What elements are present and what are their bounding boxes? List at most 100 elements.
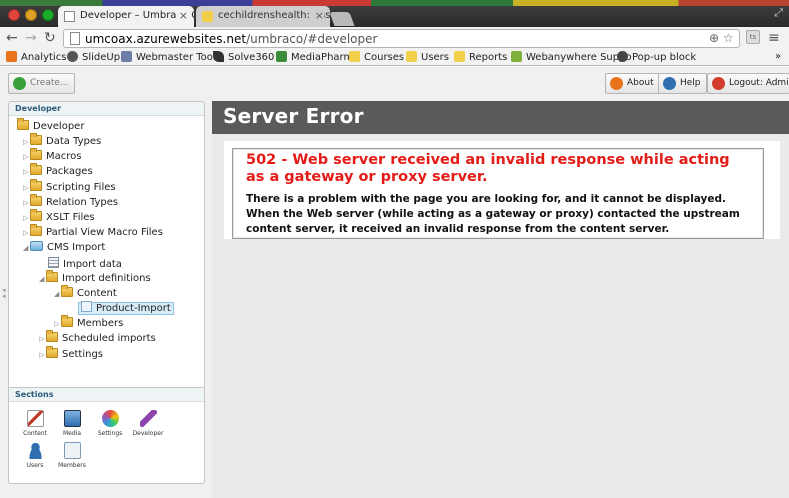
logout-icon <box>712 77 725 90</box>
tree-node-cms-import[interactable]: ◢ CMS Import <box>23 241 105 255</box>
bookmark-reports[interactable]: Reports <box>454 51 507 63</box>
reload-button[interactable]: ↻ <box>44 30 56 46</box>
import-data-icon <box>48 257 59 268</box>
section-settings[interactable]: Settings <box>92 410 128 437</box>
bookmark-mediapharm[interactable]: MediaPharm <box>276 51 353 63</box>
extension-icon[interactable]: ts <box>746 30 760 44</box>
tree-node-import-data[interactable]: Import data <box>48 257 122 271</box>
tree-node-import-definitions[interactable]: ◢ Import definitions <box>39 270 151 286</box>
tree-node-content[interactable]: ◢ Content <box>54 285 117 301</box>
webmaster-tools-icon <box>121 51 132 62</box>
about-button[interactable]: About <box>605 73 660 94</box>
expand-arrow-icon[interactable]: ▷ <box>23 211 30 225</box>
bookmarks-bar: Analytics SlideUp Webmaster Tools Solve3… <box>0 49 789 66</box>
create-button[interactable]: Create... <box>8 73 75 94</box>
tree-node-developer[interactable]: Developer <box>17 118 84 134</box>
tree-node-members[interactable]: ▷ Members <box>54 315 123 331</box>
reports-icon <box>454 51 465 62</box>
expand-arrow-icon[interactable]: ▷ <box>23 226 30 240</box>
logout-button[interactable]: Logout: Admin <box>707 73 789 94</box>
bookmark-courses[interactable]: Courses <box>349 51 404 63</box>
address-url: umcoax.azurewebsites.net/umbraco/#develo… <box>85 32 377 46</box>
bookmarks-overflow-icon[interactable]: » <box>775 51 781 62</box>
tree-node-product-import[interactable]: Product-Import <box>78 301 174 315</box>
menu-icon[interactable]: ≡ <box>768 30 780 46</box>
back-button[interactable]: ← <box>6 30 18 46</box>
tree-node-partial-view-macro-files[interactable]: ▷ Partial View Macro Files <box>23 224 163 240</box>
page-icon <box>70 32 80 45</box>
sections-panel-title: Sections <box>9 388 204 402</box>
folder-icon <box>46 330 58 342</box>
star-icon[interactable]: ☆ <box>723 31 734 45</box>
media-icon <box>63 410 81 427</box>
splitter-handle[interactable]: ◂ ◂ <box>2 287 6 300</box>
developer-icon <box>139 410 157 427</box>
folder-icon <box>30 224 42 236</box>
expand-arrow-icon[interactable]: ▷ <box>39 348 46 362</box>
expand-arrow-icon[interactable]: ▷ <box>54 317 61 331</box>
collapse-arrow-icon[interactable]: ◢ <box>23 241 30 255</box>
fullscreen-icon[interactable]: ⤢ <box>774 6 783 20</box>
expand-arrow-icon[interactable]: ▷ <box>23 196 30 210</box>
folder-icon <box>61 285 73 297</box>
expand-arrow-icon[interactable]: ▷ <box>23 150 30 164</box>
tree-node-relation-types[interactable]: ▷ Relation Types <box>23 194 118 210</box>
expand-arrow-icon[interactable]: ▷ <box>23 135 30 149</box>
cms-import-icon <box>30 241 43 251</box>
bookmark-analytics[interactable]: Analytics <box>6 51 66 63</box>
forward-button[interactable]: → <box>25 30 37 46</box>
expand-arrow-icon[interactable]: ▷ <box>23 181 30 195</box>
section-developer[interactable]: Developer <box>130 410 166 437</box>
folder-icon <box>30 133 42 145</box>
folder-icon <box>46 346 58 358</box>
settings-icon <box>101 410 119 427</box>
tree-node-settings[interactable]: ▷ Settings <box>39 346 103 362</box>
window-close-button[interactable] <box>8 9 20 21</box>
solve360-icon <box>213 51 224 62</box>
page-icon <box>64 11 75 22</box>
tree-node-scripting-files[interactable]: ▷ Scripting Files <box>23 179 116 195</box>
bookmark-popup-block[interactable]: Pop-up block <box>617 51 696 63</box>
users-icon <box>26 442 44 459</box>
zoom-icon[interactable]: ⊕ <box>709 31 719 45</box>
folder-icon <box>46 270 58 282</box>
tree-node-xslt-files[interactable]: ▷ XSLT Files <box>23 209 95 225</box>
courses-icon <box>202 11 213 22</box>
bookmark-users[interactable]: Users <box>406 51 449 63</box>
tree-node-packages[interactable]: ▷ Packages <box>23 163 93 179</box>
bookmark-webanywhere[interactable]: Webanywhere Suppo <box>511 51 632 63</box>
address-bar[interactable]: umcoax.azurewebsites.net/umbraco/#develo… <box>63 29 740 48</box>
section-members[interactable]: Members <box>54 442 90 469</box>
collapse-arrow-icon[interactable]: ◢ <box>54 287 61 301</box>
help-button[interactable]: Help <box>658 73 707 94</box>
section-users[interactable]: Users <box>17 442 53 469</box>
window-minimize-button[interactable] <box>25 9 37 21</box>
folder-icon <box>30 194 42 206</box>
browser-toolbar: ← → ↻ umcoax.azurewebsites.net/umbraco/#… <box>0 27 789 49</box>
url-path: /umbraco/#developer <box>246 32 378 46</box>
courses-icon <box>349 51 360 62</box>
create-icon <box>13 77 26 90</box>
slideup-icon <box>67 51 78 62</box>
tree-node-scheduled-imports[interactable]: ▷ Scheduled imports <box>39 330 156 346</box>
content-icon <box>26 410 44 427</box>
bookmark-webmaster-tools[interactable]: Webmaster Tools <box>121 51 221 63</box>
tab-close-icon[interactable]: × <box>311 9 324 22</box>
error-box: 502 - Web server received an invalid res… <box>232 148 764 239</box>
collapse-arrow-icon[interactable]: ◢ <box>39 272 46 286</box>
error-title: 502 - Web server received an invalid res… <box>246 152 730 185</box>
tree-node-data-types[interactable]: ▷ Data Types <box>23 133 101 149</box>
tree-node-macros[interactable]: ▷ Macros <box>23 148 81 164</box>
expand-arrow-icon[interactable]: ▷ <box>39 332 46 346</box>
browser-tab-cechildrenshealth[interactable]: cechildrenshealth: Assessi × <box>196 6 330 27</box>
expand-arrow-icon[interactable]: ▷ <box>23 165 30 179</box>
bookmark-slideup[interactable]: SlideUp <box>67 51 120 63</box>
section-media[interactable]: Media <box>54 410 90 437</box>
popup-block-icon <box>617 51 628 62</box>
section-content[interactable]: Content <box>17 410 53 437</box>
window-maximize-button[interactable] <box>42 9 54 21</box>
browser-tab-umbraco[interactable]: Developer – Umbraco CMS × <box>58 6 194 27</box>
bookmark-solve360[interactable]: Solve360 <box>213 51 274 63</box>
content-area: Server Error 502 - Web server received a… <box>212 101 789 498</box>
tab-close-icon[interactable]: × <box>175 9 188 22</box>
